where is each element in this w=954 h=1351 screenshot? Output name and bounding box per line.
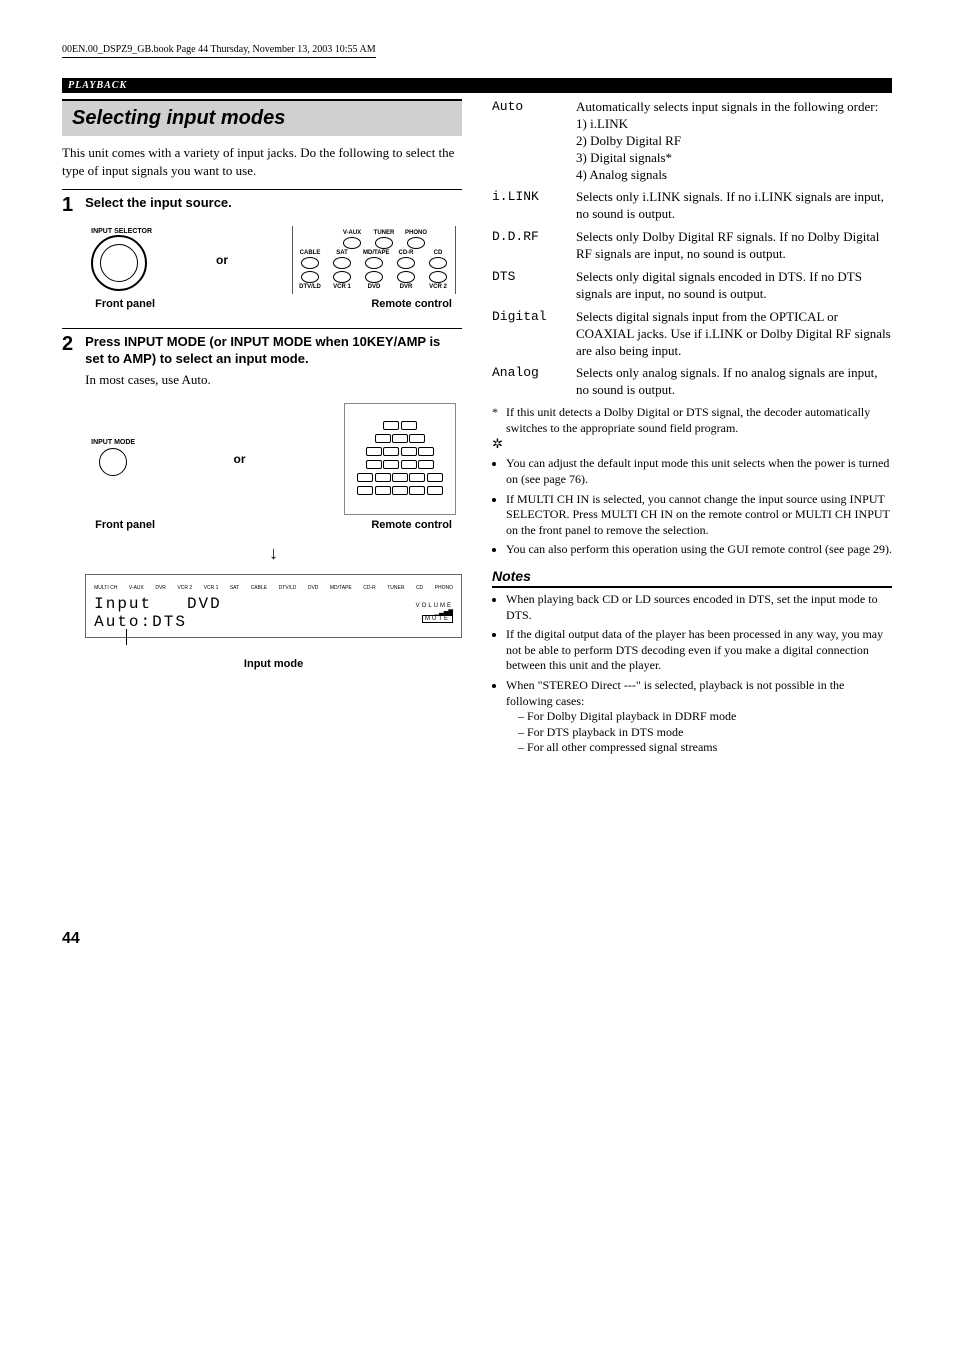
mode-text-auto: Automatically selects input signals in t… [576,99,878,114]
display-caption: Input mode [85,658,462,670]
mute-label: MUTE [422,615,453,623]
remote-btn-label: PHONO [405,230,427,236]
src-label: DVR [155,585,166,591]
mode-label-digital: Digital [492,309,562,360]
note-subitem: – For all other compressed signal stream… [518,740,892,756]
mode-text-ilink: Selects only i.LINK signals. If no i.LIN… [576,189,892,223]
intro-text: This unit comes with a variety of input … [62,144,462,179]
remote-btn-label: SAT [336,250,348,256]
or-label-2: or [234,452,246,466]
section-header: PLAYBACK [62,78,892,93]
tips-icon: ✲ [492,436,892,452]
remote-panel-icon [344,403,456,515]
mode-auto-item2: 2) Dolby Digital RF [576,133,878,150]
tip-item: If MULTI CH IN is selected, you cannot c… [506,492,892,539]
remote-control-label: Remote control [371,298,452,310]
input-mode-knob-icon [99,448,127,476]
footnote-text: If this unit detects a Dolby Digital or … [506,405,892,436]
remote-btn-label: DTV/LD [299,284,321,290]
front-panel-label-2: Front panel [95,519,155,531]
note-item: When playing back CD or LD sources encod… [506,592,892,623]
src-label: VCR 1 [204,585,219,591]
remote-btn-label: CD-R [399,250,414,256]
step-number-2: 2 [62,334,73,670]
src-label: CD [416,585,423,591]
src-label: V-AUX [129,585,144,591]
notes-heading: Notes [492,568,892,588]
display-unit-diagram: MULTI CH V-AUX DVR VCR 2 VCR 1 SAT CABLE… [85,574,462,638]
src-label: MD/TAPE [330,585,352,591]
mode-label-ilink: i.LINK [492,189,562,223]
front-panel-label: Front panel [95,298,155,310]
src-label: VCR 2 [177,585,192,591]
arrow-down-icon: ↓ [85,543,462,564]
remote-btn-label: V-AUX [343,230,361,236]
display-line2: Auto:DTS [94,613,187,631]
remote-btn-label: MD/TAPE [363,250,390,256]
input-mode-label: INPUT MODE [91,439,135,446]
src-label: SAT [230,585,239,591]
src-label: PHONO [435,585,453,591]
tip-item: You can also perform this operation usin… [506,542,892,558]
page-title: Selecting input modes [62,99,462,136]
remote-btn-label: CABLE [300,250,321,256]
mode-auto-item4: 4) Analog signals [576,167,878,184]
remote-btn-label: VCR 2 [429,284,447,290]
mode-label-ddrf: D.D.RF [492,229,562,263]
remote-btn-label: DVR [400,284,413,290]
remote-btn-label: DVD [368,284,381,290]
mode-auto-item3: 3) Digital signals* [576,150,878,167]
remote-button-grid-icon: V-AUX TUNER PHONO CABLE SAT MD/TAPE CD-R… [292,226,456,294]
note-item-text: When "STEREO Direct ---" is selected, pl… [506,678,844,708]
mode-text-digital: Selects digital signals input from the O… [576,309,892,360]
note-item: If the digital output data of the player… [506,627,892,674]
remote-btn-label: VCR 1 [333,284,351,290]
mode-label-auto: Auto [492,99,562,183]
src-label: DTV/LD [279,585,297,591]
note-subitem: – For DTS playback in DTS mode [518,725,892,741]
input-selector-dial-icon [91,235,147,291]
step-2-title: Press INPUT MODE (or INPUT MODE when 10K… [85,334,462,368]
src-label: CD-R [363,585,376,591]
step-number-1: 1 [62,195,73,322]
remote-btn-label: CD [434,250,443,256]
step-1-title: Select the input source. [85,195,462,212]
src-label: TUNER [387,585,404,591]
dial-label: INPUT SELECTOR [91,228,152,235]
mode-label-dts: DTS [492,269,562,303]
display-line1-right: DVD [187,595,222,613]
src-label: DVD [308,585,319,591]
remote-control-label-2: Remote control [371,519,452,531]
mode-auto-item1: 1) i.LINK [576,116,878,133]
or-label-1: or [216,253,228,267]
src-label: CABLE [251,585,267,591]
volume-label: VOLUME [416,603,453,609]
mode-text-ddrf: Selects only Dolby Digital RF signals. I… [576,229,892,263]
mode-text-analog: Selects only analog signals. If no analo… [576,365,892,399]
mode-label-analog: Analog [492,365,562,399]
note-subitem: – For Dolby Digital playback in DDRF mod… [518,709,892,725]
remote-btn-label: TUNER [374,230,395,236]
page-number: 44 [62,930,462,948]
footnote-mark: * [492,405,498,436]
step-2-text: In most cases, use Auto. [85,372,462,389]
mode-text-dts: Selects only digital signals encoded in … [576,269,892,303]
display-line1-left: Input [94,595,152,613]
tip-item: You can adjust the default input mode th… [506,456,892,487]
note-item: When "STEREO Direct ---" is selected, pl… [506,678,892,756]
src-label: MULTI CH [94,585,117,591]
book-meta-line: 00EN.00_DSPZ9_GB.book Page 44 Thursday, … [62,44,376,58]
